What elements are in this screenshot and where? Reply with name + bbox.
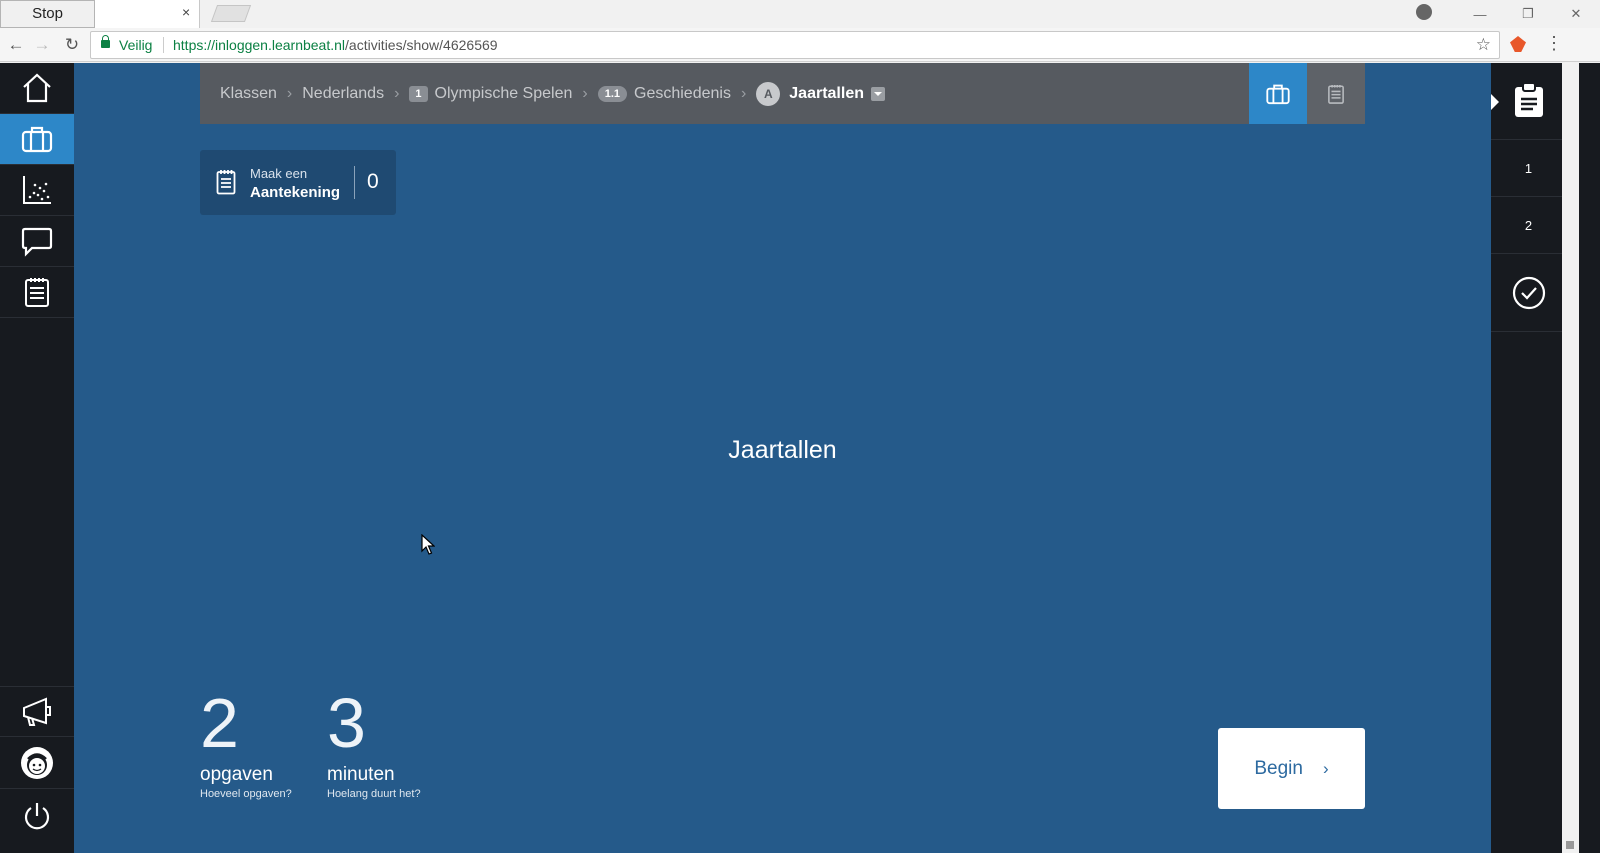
stat-value: 3 xyxy=(327,684,366,762)
stat-label: opgaven xyxy=(200,764,273,785)
minimize-button[interactable]: — xyxy=(1456,7,1504,22)
breadcrumb: Klassen › Nederlands › 1 Olympische Spele… xyxy=(200,63,1365,124)
chevron-right-icon: › xyxy=(582,84,588,102)
stat-assignments: 2 opgaven Hoeveel opgaven? xyxy=(200,688,292,800)
assignment-panel-toggle[interactable] xyxy=(1491,63,1566,140)
window-controls: — ❐ ✕ xyxy=(1456,0,1600,28)
scrollbar-corner xyxy=(1566,841,1574,849)
breadcrumb-olympische-spelen[interactable]: 1 Olympische Spelen xyxy=(409,85,572,103)
url-text: https://inloggen.learnbeat.nl/activities… xyxy=(173,32,498,58)
begin-label: Begin xyxy=(1254,757,1303,779)
dropdown-icon[interactable] xyxy=(871,86,885,101)
close-window-button[interactable]: ✕ xyxy=(1552,6,1600,22)
main-content: Klassen › Nederlands › 1 Olympische Spele… xyxy=(74,63,1491,853)
right-panel: 1 2 xyxy=(1491,63,1600,853)
activity-badge: A xyxy=(756,81,781,106)
mouse-cursor-icon xyxy=(421,534,435,555)
home-icon[interactable] xyxy=(0,63,74,114)
stat-minutes: 3 minuten Hoelang duurt het? xyxy=(327,688,421,800)
address-bar[interactable]: Veilig https://inloggen.learnbeat.nl/act… xyxy=(90,31,1500,59)
briefcase-icon xyxy=(1266,84,1290,104)
stat-label: minuten xyxy=(327,764,395,785)
profile-icon[interactable] xyxy=(1416,4,1432,20)
lock-icon xyxy=(101,35,110,48)
begin-button[interactable]: Begin › xyxy=(1218,728,1365,809)
scrollbar[interactable] xyxy=(1562,63,1579,853)
megaphone-icon[interactable] xyxy=(0,686,74,737)
make-note-button[interactable]: Maak een Aantekening 0 xyxy=(200,150,396,215)
stat-subtitle: Hoeveel opgaven? xyxy=(200,788,292,800)
note-label-line2: Aantekening xyxy=(250,184,341,201)
avatar[interactable] xyxy=(0,738,74,789)
app-sidebar xyxy=(0,63,74,853)
finish-button[interactable] xyxy=(1491,254,1566,332)
stat-subtitle: Hoelang duurt het? xyxy=(327,788,421,800)
browser-menu-icon[interactable]: ⋮ xyxy=(1545,33,1563,54)
divider xyxy=(354,166,355,199)
breadcrumb-label: Olympische Spelen xyxy=(434,84,573,102)
restore-button[interactable]: ❐ xyxy=(1504,6,1552,22)
url-host: https://inloggen.learnbeat.nl xyxy=(173,37,346,53)
notepad-icon xyxy=(216,170,236,195)
expand-arrow-icon xyxy=(1491,94,1499,110)
note-label-line1: Maak een xyxy=(250,166,308,181)
breadcrumb-label: Nederlands xyxy=(302,84,385,102)
clipboard-icon xyxy=(1515,82,1543,117)
chapter-badge: 1 xyxy=(409,85,428,102)
browser-toolbar: ← → ↻ Veilig https://inloggen.learnbeat.… xyxy=(0,28,1600,62)
tab-title: Stop xyxy=(0,0,95,28)
bookmark-star-icon[interactable]: ☆ xyxy=(1476,32,1491,58)
browser-tab[interactable]: Stop × xyxy=(0,0,200,28)
assignment-item-1[interactable]: 1 xyxy=(1491,141,1566,197)
new-tab-button[interactable] xyxy=(210,5,252,22)
divider xyxy=(163,37,164,53)
section-badge: 1.1 xyxy=(597,85,627,102)
chevron-right-icon: › xyxy=(740,84,747,102)
secure-label: Veilig xyxy=(119,37,153,53)
assignment-item-2[interactable]: 2 xyxy=(1491,198,1566,254)
check-circle-icon xyxy=(1512,276,1545,309)
stat-value: 2 xyxy=(200,684,239,762)
note-count: 0 xyxy=(367,170,379,193)
breadcrumb-current-label: Jaartallen xyxy=(789,84,864,102)
forward-icon[interactable]: → xyxy=(30,33,54,57)
breadcrumb-nederlands[interactable]: Nederlands xyxy=(302,85,384,103)
notes-icon[interactable] xyxy=(0,267,74,318)
breadcrumb-klassen[interactable]: Klassen xyxy=(220,85,277,103)
chat-icon[interactable] xyxy=(0,216,74,267)
chevron-right-icon: › xyxy=(286,84,293,102)
briefcase-icon[interactable] xyxy=(0,114,74,165)
tab-close-icon[interactable]: × xyxy=(182,4,190,20)
chevron-right-icon: › xyxy=(1322,758,1329,778)
breadcrumb-label: Geschiedenis xyxy=(634,84,731,102)
breadcrumb-current[interactable]: A Jaartallen xyxy=(756,81,885,106)
breadcrumb-geschiedenis[interactable]: 1.1 Geschiedenis xyxy=(597,84,731,103)
activity-title: Jaartallen xyxy=(728,436,837,464)
notes-view-button[interactable] xyxy=(1307,63,1365,124)
breadcrumb-label: Klassen xyxy=(220,84,277,102)
back-icon[interactable]: ← xyxy=(4,33,28,57)
chevron-right-icon: › xyxy=(394,84,400,102)
power-icon[interactable] xyxy=(0,790,74,841)
briefcase-view-button[interactable] xyxy=(1249,63,1307,124)
chart-icon[interactable] xyxy=(0,165,74,216)
url-path: /activities/show/4626569 xyxy=(345,37,498,53)
reload-icon[interactable]: ↻ xyxy=(60,33,84,57)
browser-tabbar: Stop × — ❐ ✕ xyxy=(0,0,1600,28)
notes-icon xyxy=(1328,84,1344,104)
assignment-number: 2 xyxy=(1524,218,1533,233)
assignment-number: 1 xyxy=(1524,161,1533,176)
